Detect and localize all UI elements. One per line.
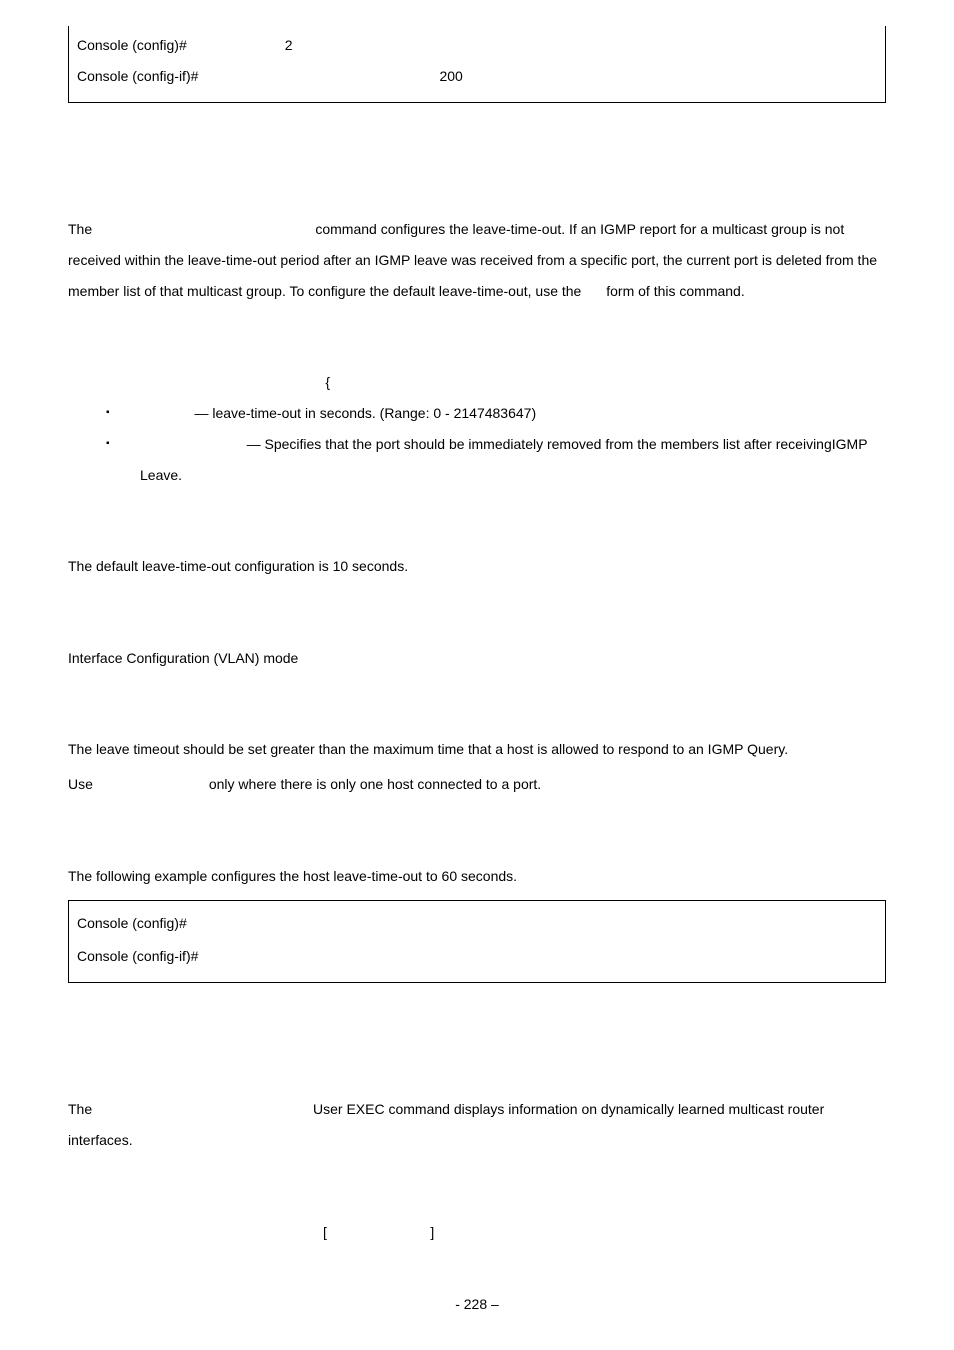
code-line: Console (config)# interface vlan 2 [77, 907, 877, 941]
text: The [68, 1101, 96, 1117]
brace: { [321, 374, 330, 390]
paragraph: Use immediate leave only where there is … [68, 769, 886, 800]
syntax-cmd: ip igmp snooping leave-time-out [106, 374, 321, 390]
param-desc: — Specifies that the port should be imme… [140, 436, 867, 483]
bracket: [ [319, 1224, 327, 1240]
text: only where there is only one host connec… [205, 776, 541, 792]
paragraph: The following example configures the hos… [68, 861, 886, 892]
subhead-syntax: Syntax [68, 1180, 886, 1211]
subhead-mode: Command Mode [68, 606, 886, 637]
keyword-no: no [585, 283, 602, 299]
text: Use [68, 776, 97, 792]
bracket: ] [430, 1224, 434, 1240]
list-item: immediate-leave — Specifies that the por… [106, 429, 886, 491]
keyword: immediate leave [97, 776, 205, 792]
section-heading: 5.11.6 show ip igmp snooping mrouter [68, 1053, 886, 1090]
cmd-hidden: interface vlan 2 [191, 915, 293, 931]
cmd-name: show ip igmp snooping mrouter [96, 1101, 309, 1117]
param-list: time-out — leave-time-out in seconds. (R… [106, 398, 886, 490]
syntax-line: show ip igmp snooping mrouter [interface… [106, 1217, 886, 1248]
prompt: Console (config-if)# [77, 68, 202, 84]
paragraph: The leave timeout should be set greater … [68, 734, 886, 765]
subhead-guidelines: User Guidelines [68, 698, 886, 729]
param-desc: — leave-time-out in seconds. (Range: 0 -… [191, 405, 537, 421]
page-footer: - 228 – [0, 1289, 954, 1320]
arg: 2 [281, 37, 293, 53]
paragraph: Interface Configuration (VLAN) mode [68, 643, 886, 674]
syntax-args: time-out | immediate-leave} [330, 374, 499, 390]
param-name: time-out [140, 405, 191, 421]
paragraph: The ip igmp snooping leave-time-out comm… [68, 214, 886, 306]
cmd-hidden: ip igmp snooping leave-time-out 60 [202, 948, 437, 964]
prompt: Console (config)# [77, 37, 191, 53]
cmd-hidden: interface vlan [191, 37, 281, 53]
code-line: Console (config-if)# ip igmp snooping mr… [77, 61, 877, 92]
code-line: Console (config-if)# ip igmp snooping le… [77, 940, 877, 974]
code-block-top: Console (config)# interface vlan 2 Conso… [68, 26, 886, 103]
code-line: Console (config)# interface vlan 2 [77, 30, 877, 61]
syntax-line: ip igmp snooping leave-time-out {time-ou… [106, 367, 886, 398]
subhead-syntax: Syntax [68, 330, 886, 361]
syntax-cmd: show ip igmp snooping mrouter [106, 1224, 319, 1240]
prompt: Console (config-if)# [77, 948, 202, 964]
prompt: Console (config)# [77, 915, 191, 931]
text: form of this command. [602, 283, 744, 299]
paragraph: The default leave-time-out configuration… [68, 551, 886, 582]
subhead-example: Example [68, 824, 886, 855]
cmd-name: ip igmp snooping leave-time-out [96, 221, 311, 237]
param-name: immediate-leave [140, 436, 243, 452]
syntax-arg: vlan-id [385, 1224, 430, 1240]
subhead-default: Default Configuration [68, 514, 886, 545]
paragraph: The show ip igmp snooping mrouter User E… [68, 1094, 886, 1156]
section-heading: 5.11.5 ip igmp snooping leave-time-out [68, 173, 886, 210]
code-block-example: Console (config)# interface vlan 2 Conso… [68, 900, 886, 983]
syntax-kw: interface [327, 1224, 385, 1240]
list-item: time-out — leave-time-out in seconds. (R… [106, 398, 886, 429]
text: The [68, 221, 96, 237]
arg: 200 [436, 68, 463, 84]
cmd-hidden: ip igmp snooping mrouter-time-out [202, 68, 435, 84]
